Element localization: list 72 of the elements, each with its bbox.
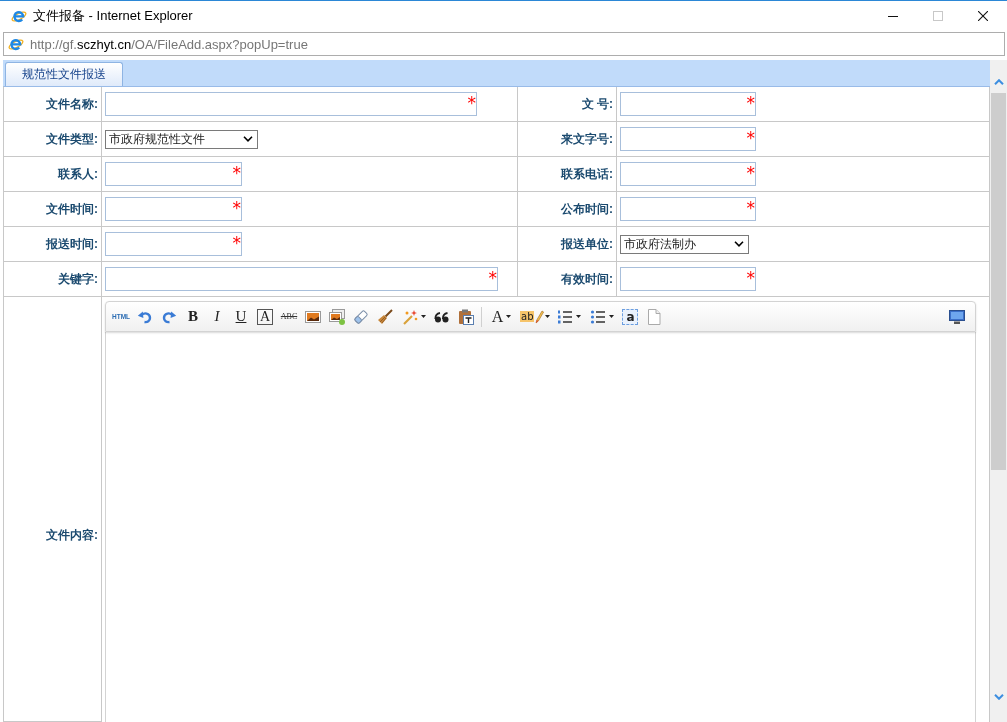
bullet-list-icon (590, 308, 606, 325)
italic-button[interactable]: I (207, 306, 227, 327)
text-field[interactable] (620, 197, 756, 221)
pencil-icon (535, 309, 545, 324)
broom-icon (377, 308, 393, 325)
strikethrough-button[interactable]: ABC (279, 306, 299, 327)
anchor-button[interactable]: a (622, 308, 639, 325)
text-field[interactable] (620, 127, 756, 151)
chevron-down-icon (993, 694, 1004, 700)
text-field[interactable] (105, 267, 498, 291)
browser-logo-icon (8, 36, 24, 52)
required-mark: * (467, 95, 476, 112)
text-field[interactable] (105, 162, 242, 186)
font-color-button[interactable]: A (487, 306, 516, 327)
dropdown[interactable]: 市政府规范性文件 (105, 129, 258, 149)
required-mark: * (746, 200, 755, 217)
field-label: 文件时间: (4, 192, 102, 227)
field-label: 报送单位: (518, 227, 617, 262)
field-label: 来文字号: (518, 122, 617, 157)
highlight-button[interactable]: ab (520, 306, 551, 327)
tab[interactable]: 规范性文件报送 (5, 62, 123, 86)
field-label: 联系电话: (518, 157, 617, 192)
required-mark: * (746, 130, 755, 147)
window-title: 文件报备 - Internet Explorer (33, 7, 193, 25)
field-label: 文件类型: (4, 122, 102, 157)
field-label: 文件名称: (4, 87, 102, 122)
maximize-icon (932, 11, 943, 21)
chevron-down-icon (734, 241, 744, 247)
required-mark: * (232, 200, 241, 217)
multi-image-button[interactable] (327, 306, 347, 327)
caret-icon (545, 315, 551, 318)
scroll-thumb[interactable] (991, 93, 1006, 470)
field-label: 报送时间: (4, 227, 102, 262)
required-mark: * (746, 165, 755, 182)
caret-icon (609, 315, 614, 318)
underline-button[interactable]: U (231, 306, 251, 327)
field-label: 有效时间: (518, 262, 617, 297)
magic-wand-icon (401, 308, 418, 325)
blank-page-icon (646, 308, 663, 325)
field-label: 公布时间: (518, 192, 617, 227)
text-field[interactable] (105, 92, 477, 116)
required-mark: * (746, 270, 755, 287)
close-icon (977, 11, 988, 21)
field-label: 联系人: (4, 157, 102, 192)
required-mark: * (232, 235, 241, 252)
required-mark: * (488, 270, 497, 287)
caret-icon (420, 315, 426, 318)
image-icon (305, 308, 321, 325)
text-field[interactable] (620, 92, 756, 116)
caret-icon (576, 315, 581, 318)
text-field[interactable] (105, 197, 242, 221)
numbered-list-icon (557, 308, 573, 325)
field-label: 文 号: (518, 87, 617, 122)
address-bar[interactable]: http://gf.sczhyt.cn/OA/FileAdd.aspx?popUp=true (3, 32, 1005, 56)
dropdown[interactable]: 市政府法制办 (620, 234, 749, 254)
bold-button[interactable]: B (183, 306, 203, 327)
text-field[interactable] (105, 232, 242, 256)
monitor-icon (949, 308, 965, 325)
stacked-images-icon (329, 308, 345, 325)
chevron-down-icon (243, 136, 253, 142)
minimize-icon (887, 15, 898, 17)
chevron-up-icon (993, 79, 1004, 85)
caret-icon (506, 315, 512, 318)
border-button[interactable]: A (257, 308, 273, 325)
text-field[interactable] (620, 162, 756, 186)
required-mark: * (232, 165, 241, 182)
browser-logo-icon (11, 8, 27, 24)
text-field[interactable] (620, 267, 756, 291)
field-label: 文件内容: (4, 297, 102, 722)
field-label: 关键字: (4, 262, 102, 297)
required-mark: * (746, 95, 755, 112)
clipboard-icon (458, 308, 474, 325)
